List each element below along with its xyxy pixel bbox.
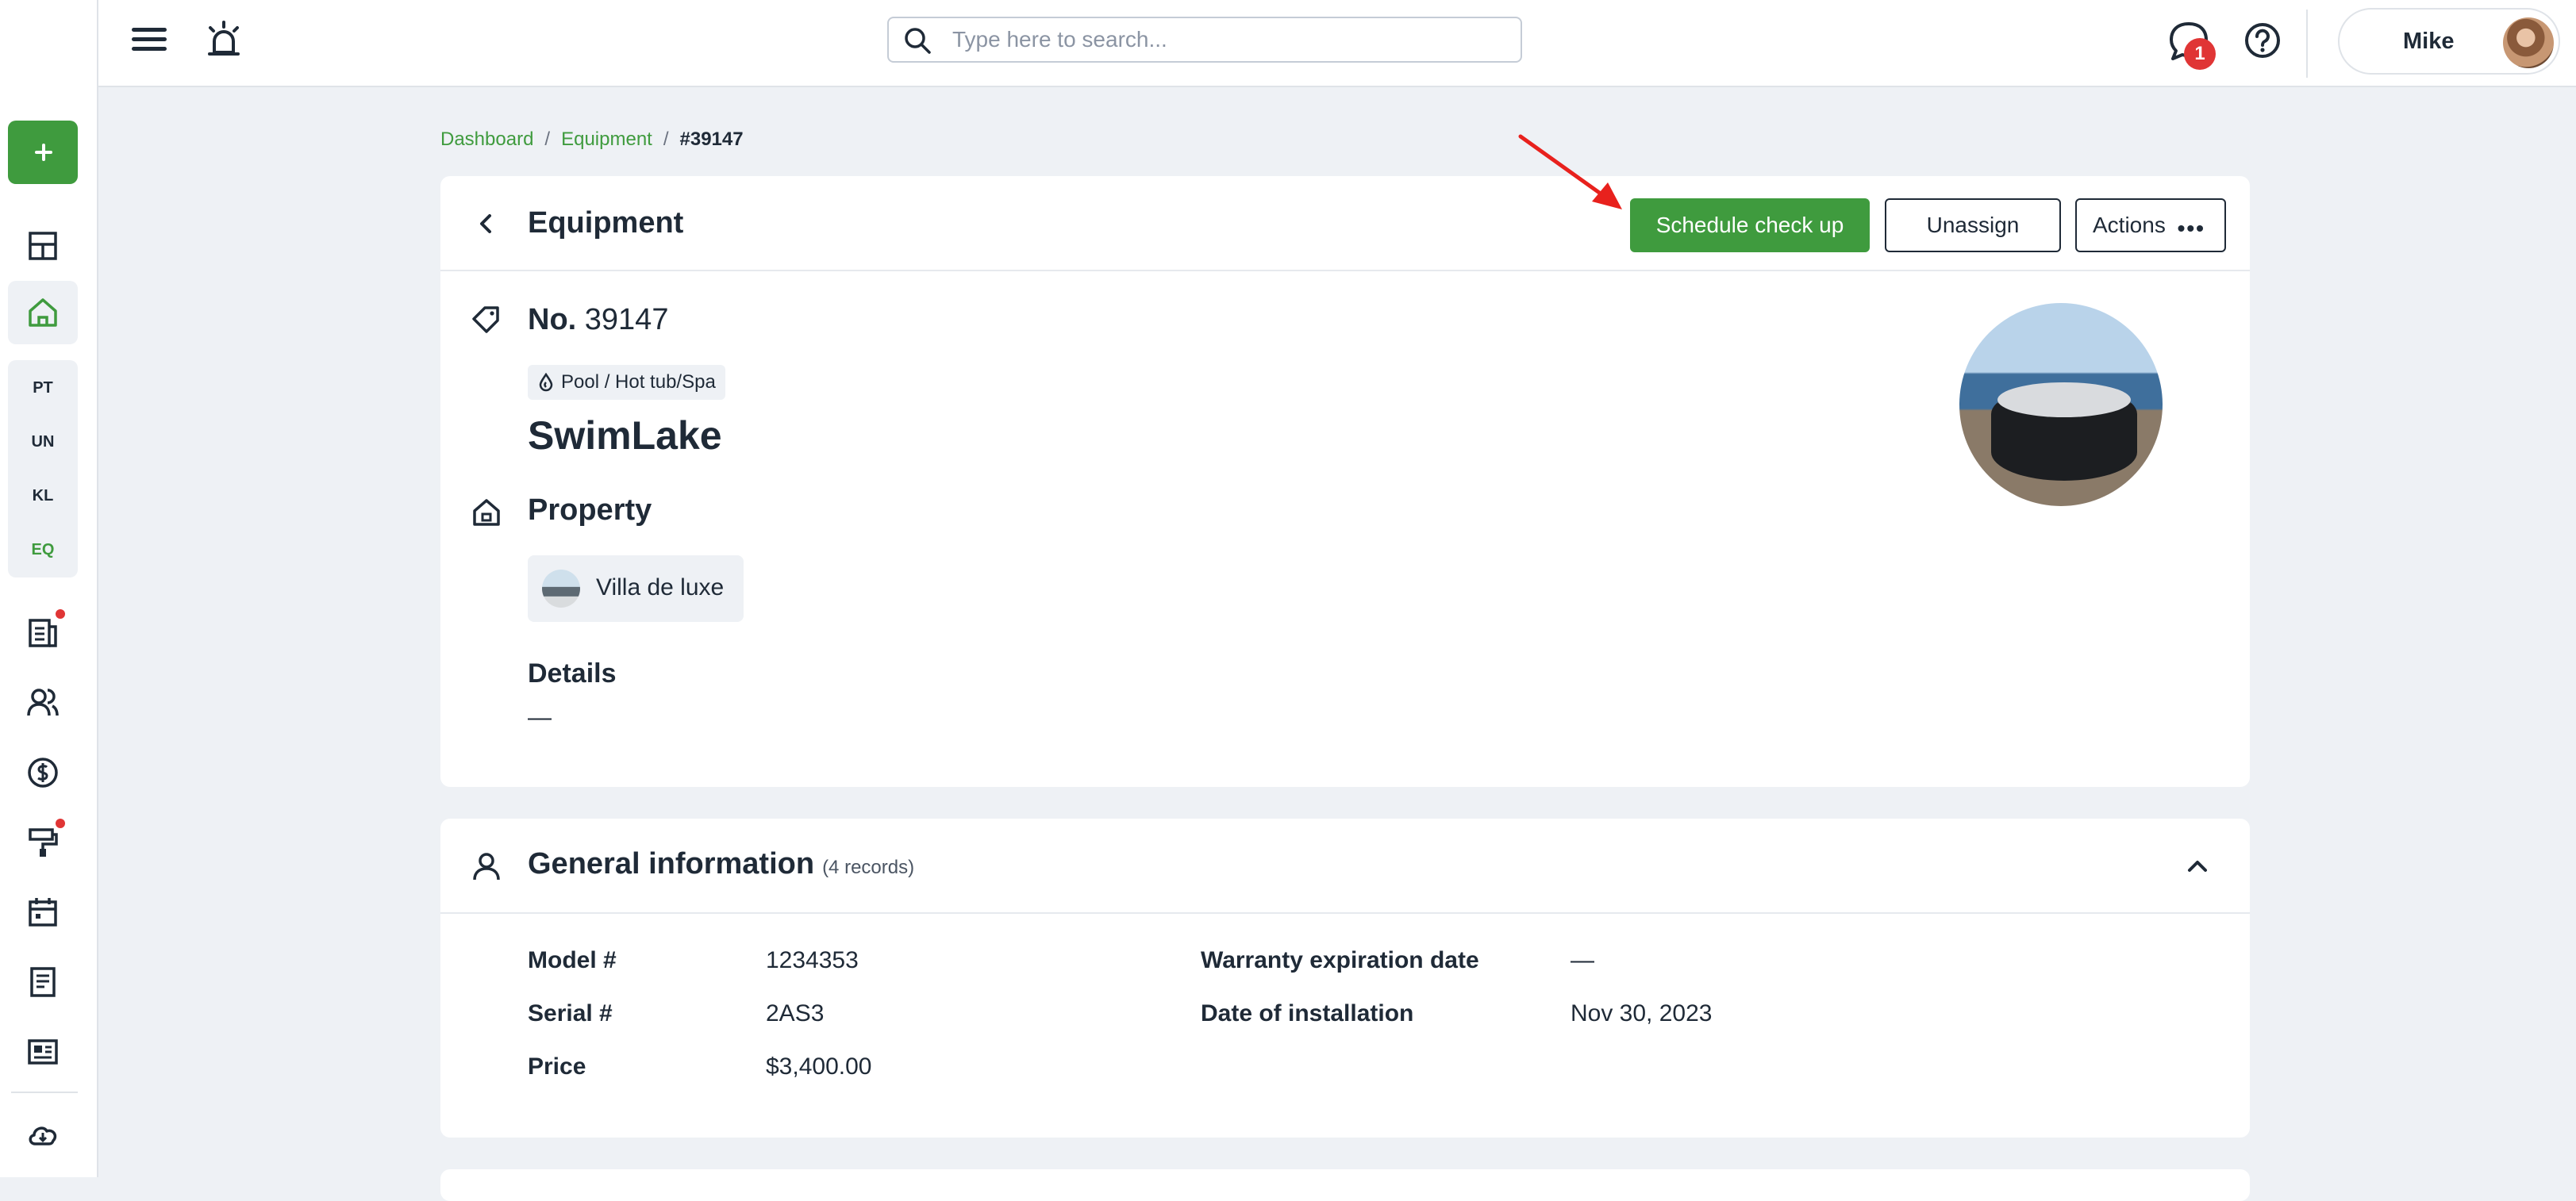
logo-area [0,0,98,87]
search-icon [905,28,931,54]
person-icon [473,853,500,881]
sidebar-item-kl[interactable]: KL [8,487,78,505]
actions-label: Actions [2093,213,2166,237]
breadcrumb-equipment[interactable]: Equipment [561,129,652,150]
add-button[interactable] [8,121,78,184]
equipment-number-value: 39147 [584,303,669,336]
equipment-name: SwimLake [528,413,722,458]
house-icon [473,499,500,526]
field-value-price: $3,400.00 [766,1053,872,1080]
sidebar: PT UN KL EQ [0,87,98,1177]
breadcrumb-separator: / [663,129,669,150]
unassign-button[interactable]: Unassign [1885,198,2061,252]
drop-icon [539,373,553,392]
field-value-warranty: — [1571,947,1594,973]
details-value: — [528,704,552,731]
property-link[interactable]: Villa de luxe [528,555,744,622]
equipment-type-chip: Pool / Hot tub/Spa [528,365,725,400]
field-label-model: Model # [528,947,617,973]
search-input[interactable] [951,23,1506,56]
user-name: Mike [2403,29,2455,54]
next-section-card [440,1169,2250,1201]
property-name: Villa de luxe [596,574,725,600]
equipment-type: Pool / Hot tub/Spa [561,371,716,393]
general-information-card: General information (4 records) Model # 1… [440,819,2250,1138]
news-icon[interactable] [25,1034,60,1069]
sidebar-item-eq[interactable]: EQ [8,541,78,559]
sidebar-item-un[interactable]: UN [8,433,78,451]
breadcrumb-dashboard[interactable]: Dashboard [440,129,533,150]
cloud-icon[interactable] [25,1117,60,1152]
actions-button[interactable]: Actions ••• [2075,198,2226,252]
sidebar-divider [11,1092,78,1093]
search-box[interactable] [887,17,1522,63]
equipment-photo [1959,303,2163,506]
field-label-installation: Date of installation [1201,1000,1414,1026]
more-dots-icon: ••• [2177,216,2205,240]
help-icon[interactable] [2243,21,2282,60]
hot-tub-cover [1997,382,2131,417]
sidebar-item-pt[interactable]: PT [8,379,78,397]
report-alert-dot [56,609,65,619]
hamburger-icon[interactable] [132,22,167,57]
equipment-card-header: Equipment Schedule check up Unassign Act… [440,176,2250,271]
field-value-serial: 2AS3 [766,1000,825,1026]
annotation-arrow-icon [1518,134,1622,209]
user-menu[interactable]: Mike [2338,8,2560,75]
details-heading: Details [528,658,617,689]
equipment-number-prefix: No. [528,303,577,336]
breadcrumb-separator: / [544,129,551,150]
paint-alert-dot [56,819,65,828]
field-label-serial: Serial # [528,1000,613,1026]
document-icon[interactable] [25,965,60,1000]
field-value-installation: Nov 30, 2023 [1571,1000,1713,1026]
chevron-up-icon[interactable] [2182,850,2213,882]
report-icon[interactable] [25,616,60,650]
alarm-icon[interactable] [203,19,244,60]
property-thumbnail [542,570,580,608]
sidebar-submenu: PT UN KL EQ [8,360,78,577]
general-information-title: General information (4 records) [528,847,914,881]
breadcrumb: Dashboard / Equipment / #39147 [440,129,744,151]
schedule-check-up-button[interactable]: Schedule check up [1630,198,1870,252]
field-label-price: Price [528,1053,586,1080]
avatar [2503,17,2554,68]
page-title: Equipment [528,206,684,240]
top-bar: 1 Mike [0,0,2576,87]
general-information-label: General information [528,847,815,881]
top-divider [2306,10,2308,78]
grid-icon[interactable] [25,228,60,263]
users-icon[interactable] [25,685,60,720]
home-icon[interactable] [25,295,60,330]
chevron-left-icon[interactable] [471,208,502,240]
general-information-header[interactable]: General information (4 records) [440,819,2250,914]
field-value-model: 1234353 [766,947,859,973]
field-label-warranty: Warranty expiration date [1201,947,1479,973]
notification-badge: 1 [2184,38,2216,70]
property-heading: Property [528,493,652,527]
records-count: (4 records) [822,857,915,878]
breadcrumb-current: #39147 [679,129,744,150]
dollar-icon[interactable] [25,755,60,790]
equipment-number: No. 39147 [528,303,668,337]
calendar-icon[interactable] [25,895,60,930]
paint-roller-icon[interactable] [25,825,60,860]
equipment-card: Equipment Schedule check up Unassign Act… [440,176,2250,787]
tag-icon [472,306,499,333]
